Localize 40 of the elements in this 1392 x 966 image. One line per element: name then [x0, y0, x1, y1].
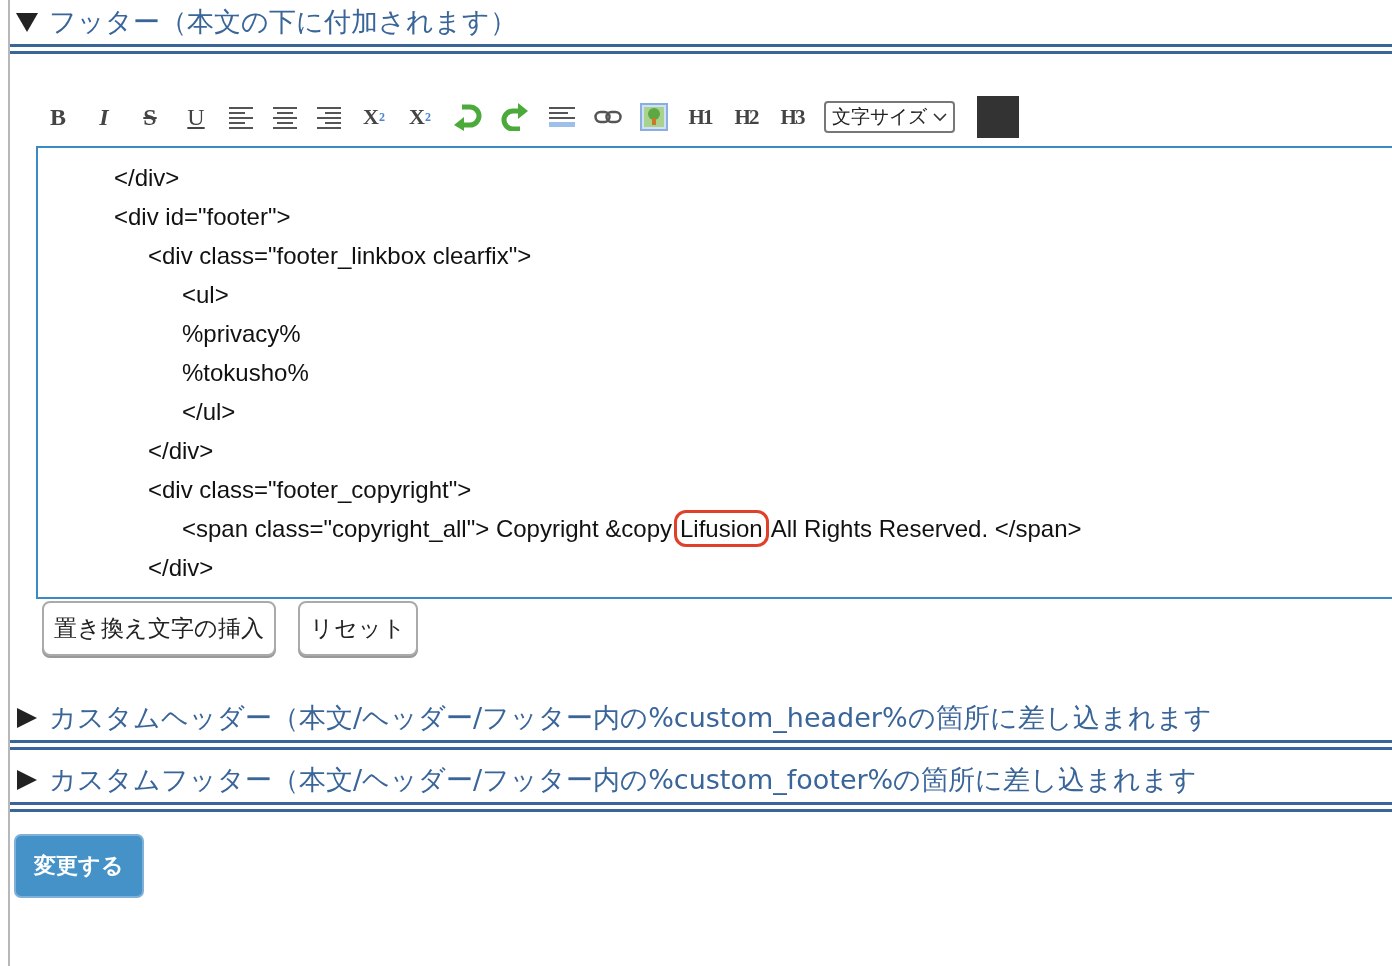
redo-arrow-icon[interactable] [500, 103, 530, 131]
editor-button[interactable]: リセット [298, 601, 418, 656]
horizontal-rule-icon[interactable] [548, 106, 576, 128]
code-editor[interactable] [36, 146, 1392, 599]
undo-arrow-icon[interactable] [452, 103, 482, 131]
code-text: <div class="footer_copyright"> [148, 476, 472, 503]
code-text: <div id="footer"> [114, 203, 291, 230]
font-size-select[interactable]: 文字サイズ [824, 101, 955, 133]
code-text: <div class="footer_linkbox clearfix"> [148, 242, 532, 269]
editor-button[interactable]: 置き換え文字の挿入 [42, 601, 276, 656]
code-text: </div> [114, 164, 180, 191]
bold-button[interactable]: B [44, 102, 72, 132]
section-title[interactable]: フッター（本文の下に付加されます） [49, 4, 517, 40]
strike-button[interactable]: S [136, 102, 164, 132]
align-center-icon[interactable] [272, 105, 298, 129]
circled-text: Lifusion [674, 510, 769, 547]
code-text: </ul> [182, 398, 236, 425]
code-text: </div> [148, 437, 214, 464]
code-text: All Rights Reserved. </span> [770, 515, 1082, 542]
code-text: </div> [148, 554, 214, 581]
script-button[interactable]: X$^{2}$ [406, 102, 434, 132]
chain-link-icon[interactable] [594, 110, 622, 124]
heading-button[interactable]: H2 [732, 102, 760, 132]
triangle-right-icon[interactable] [15, 707, 39, 729]
section-title[interactable]: カスタムフッター（本文/ヘッダー/フッター内の%custom_footer%の箇所に差し込まれます [49, 762, 1198, 798]
align-left-icon[interactable] [228, 105, 254, 129]
triangle-down-icon[interactable] [15, 11, 39, 33]
color-swatch[interactable] [977, 96, 1019, 138]
code-text: <ul> [182, 281, 229, 308]
triangle-right-icon[interactable] [15, 769, 39, 791]
section-title[interactable]: カスタムヘッダー（本文/ヘッダー/フッター内の%custom_header%の箇所に差し込まれます [49, 700, 1212, 736]
code-text: %privacy% [182, 320, 301, 347]
code-text: %tokusho% [182, 359, 309, 386]
chevron-down-icon [933, 112, 947, 122]
heading-button[interactable]: H1 [686, 102, 714, 132]
italic-button[interactable]: I [90, 102, 118, 132]
heading-button[interactable]: H3 [778, 102, 806, 132]
code-text: <span class="copyright_all"> Copyright &copy [182, 515, 672, 542]
underline-button[interactable]: U [182, 102, 210, 132]
align-right-icon[interactable] [316, 105, 342, 129]
